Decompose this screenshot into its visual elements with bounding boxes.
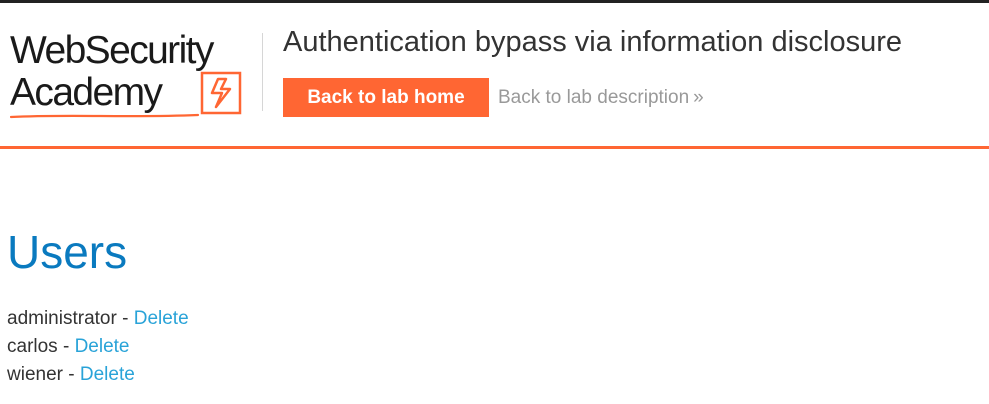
username: carlos [7,336,58,357]
user-row-administrator: administrator - Delete [7,305,189,333]
delete-user-link-carlos[interactable]: Delete [75,336,130,357]
logo-text-line1: WebSecurity [10,29,214,72]
logo-underline-icon [10,113,200,119]
web-security-academy-logo[interactable]: WebSecurity Academy [10,31,260,123]
logo-text-line2: Academy [10,71,163,114]
username: administrator [7,308,117,329]
separator: - [57,336,75,357]
separator: - [116,308,134,329]
double-chevron-right-icon: » [693,87,704,108]
delete-user-link-wiener[interactable]: Delete [80,364,135,385]
back-to-lab-home-button[interactable]: Back to lab home [283,78,489,117]
user-list: administrator - Delete carlos - Delete w… [7,305,189,389]
back-to-lab-description-link[interactable]: Back to lab description» [498,87,704,109]
back-to-lab-description-label: Back to lab description [498,87,690,108]
separator: - [62,364,80,385]
lightning-bolt-icon [200,71,242,115]
user-row-carlos: carlos - Delete [7,333,189,361]
header-orange-rule [0,146,989,149]
username: wiener [7,364,63,385]
lab-header: WebSecurity Academy Authentication bypas… [0,3,989,146]
user-row-wiener: wiener - Delete [7,361,189,389]
header-divider [262,33,263,111]
lab-title: Authentication bypass via information di… [283,26,902,58]
page-title: Users [7,226,128,278]
delete-user-link-administrator[interactable]: Delete [134,308,189,329]
